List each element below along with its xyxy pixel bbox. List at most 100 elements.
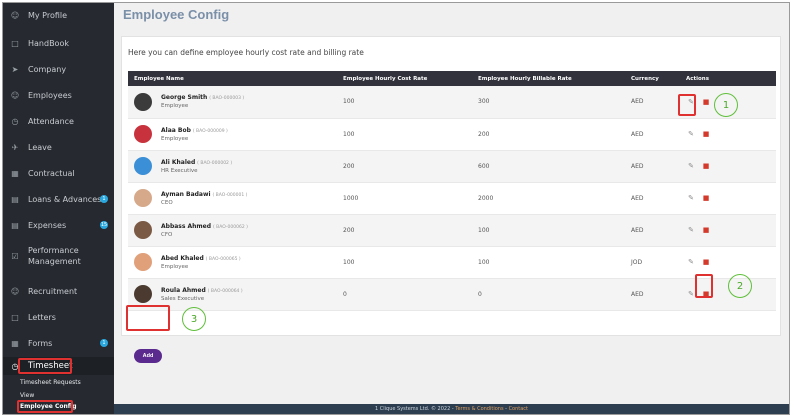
- sidebar-item-label: HandBook: [28, 38, 69, 48]
- wallet-icon: ▤: [11, 194, 19, 204]
- annotation-number-2: 2: [728, 274, 752, 298]
- trash-icon[interactable]: ■: [701, 193, 711, 203]
- sidebar-item-my-profile[interactable]: ☺ My Profile: [3, 7, 114, 23]
- edit-icon[interactable]: ✎: [686, 225, 696, 235]
- file-icon: □: [11, 312, 19, 322]
- table-row: Alaa Bob ( BAO-000009 ) Employee 100 200 AED…: [128, 118, 776, 150]
- edit-icon[interactable]: ✎: [686, 161, 696, 171]
- add-button[interactable]: Add: [134, 349, 162, 363]
- sidebar-item-label: My Profile: [28, 10, 68, 20]
- employee-code: ( BAO-000001 ): [212, 192, 248, 198]
- footer-separator: -: [505, 406, 507, 412]
- notification-badge: 1: [100, 195, 108, 203]
- user-icon: ☺: [10, 10, 20, 20]
- main-content: Employee Config Here you can define empl…: [114, 3, 789, 414]
- users-icon: ☺: [10, 90, 20, 100]
- actions-cell: ✎ ■: [680, 118, 776, 150]
- table-row: Ayman Badawi ( BAO-000001 ) CEO 1000 2000 AE…: [128, 182, 776, 214]
- sidebar-item-letters[interactable]: □ Letters: [3, 309, 114, 325]
- table-row: Roula Ahmed ( BAO-000064 ) Sales Executiv…: [128, 278, 776, 310]
- annotation-number-3: 3: [182, 307, 206, 331]
- employee-role: CEO: [161, 199, 173, 206]
- employee-name[interactable]: Alaa Bob: [161, 127, 191, 134]
- sidebar-item-attendance[interactable]: ◷ Attendance: [3, 113, 114, 129]
- cost-rate-cell: 100: [343, 98, 355, 106]
- actions-cell: ✎ ■: [680, 150, 776, 182]
- annotation-number-1: 1: [714, 93, 738, 117]
- book-icon: □: [11, 38, 19, 48]
- employee-name[interactable]: Ayman Badawi: [161, 191, 211, 198]
- billable-rate-cell: 100: [478, 258, 490, 266]
- edit-icon[interactable]: ✎: [686, 193, 696, 203]
- currency-cell: JOD: [631, 258, 643, 266]
- grid-icon: ▦: [11, 168, 19, 178]
- trash-icon[interactable]: ■: [701, 97, 711, 107]
- notification-badge: 1: [100, 339, 108, 347]
- receipt-icon: ▤: [11, 220, 19, 230]
- column-header-employee-name: Employee Name: [134, 75, 184, 82]
- currency-cell: AED: [631, 162, 644, 170]
- sidebar: ☺ My Profile □ HandBook ➤ Company ☺ Empl…: [3, 3, 114, 414]
- sidebar-item-performance-management[interactable]: ☑ Performance Management: [3, 243, 114, 269]
- avatar: [134, 125, 152, 143]
- billable-rate-cell: 200: [478, 130, 490, 138]
- cost-rate-cell: 200: [343, 226, 355, 234]
- employee-name[interactable]: Ali Khaled: [161, 159, 195, 166]
- terms-link[interactable]: Terms & Conditions: [455, 406, 503, 412]
- user-icon: ☺: [10, 286, 20, 296]
- billable-rate-cell: 0: [478, 290, 482, 298]
- actions-cell: ✎ ■: [680, 214, 776, 246]
- sidebar-item-forms[interactable]: ▦ Forms 1: [3, 335, 114, 351]
- edit-icon[interactable]: ✎: [686, 129, 696, 139]
- edit-highlight-box: [678, 94, 696, 116]
- employee-name[interactable]: Roula Ahmed: [161, 287, 206, 294]
- employee-code: ( BAO-000062 ): [212, 224, 248, 230]
- sidebar-item-label: Employees: [28, 90, 72, 100]
- cost-rate-cell: 200: [343, 162, 355, 170]
- cost-rate-cell: 100: [343, 258, 355, 266]
- avatar: [134, 221, 152, 239]
- employee-role: Employee: [161, 135, 189, 142]
- clock-icon: ◷: [11, 116, 19, 126]
- employee-name[interactable]: George Smith: [161, 94, 207, 101]
- table-row: Abbass Ahmed ( BAO-000062 ) CFO 200 100 AED ✎…: [128, 214, 776, 246]
- cost-rate-cell: 1000: [343, 194, 359, 202]
- sidebar-item-company[interactable]: ➤ Company: [3, 61, 114, 77]
- check-box-icon: ☑: [11, 251, 19, 261]
- employee-cell: Alaa Bob ( BAO-000009 ) Employee: [128, 118, 337, 150]
- sidebar-item-employees[interactable]: ☺ Employees: [3, 87, 114, 103]
- sidebar-item-leave[interactable]: ✈ Leave: [3, 139, 114, 155]
- table-row: Ali Khaled ( BAO-000002 ) HR Executive 200…: [128, 150, 776, 182]
- submenu-timesheet-requests[interactable]: Timesheet Requests: [20, 379, 81, 386]
- sidebar-item-label: Loans & Advances: [28, 194, 102, 204]
- employee-role: Employee: [161, 103, 189, 110]
- employee-name[interactable]: Abbass Ahmed: [161, 223, 211, 230]
- employee-role: Sales Executive: [161, 295, 205, 302]
- edit-icon[interactable]: ✎: [686, 257, 696, 267]
- trash-icon[interactable]: ■: [701, 161, 711, 171]
- employee-name[interactable]: Abed Khaled: [161, 255, 204, 262]
- currency-cell: AED: [631, 130, 644, 138]
- sidebar-item-recruitment[interactable]: ☺ Recruitment: [3, 283, 114, 299]
- cost-rate-cell: 0: [343, 290, 347, 298]
- employee-cell: Ayman Badawi ( BAO-000001 ) CEO: [128, 182, 337, 214]
- employee-code: ( BAO-000003 ): [209, 96, 245, 102]
- sidebar-item-handbook[interactable]: □ HandBook: [3, 35, 114, 51]
- trash-icon[interactable]: ■: [701, 257, 711, 267]
- column-header-actions: Actions: [686, 75, 709, 82]
- trash-icon[interactable]: ■: [701, 129, 711, 139]
- currency-cell: AED: [631, 290, 644, 298]
- avatar: [134, 92, 152, 111]
- actions-cell: ✎ ■: [680, 182, 776, 214]
- table-row: Abed Khaled ( BAO-000065 ) Employee 100 100…: [128, 246, 776, 278]
- sidebar-item-label: Recruitment: [28, 286, 78, 296]
- trash-icon[interactable]: ■: [701, 225, 711, 235]
- sidebar-item-loans-advances[interactable]: ▤ Loans & Advances 1: [3, 191, 114, 207]
- column-header-cost-rate: Employee Hourly Cost Rate: [343, 75, 428, 82]
- sidebar-item-expenses[interactable]: ▤ Expenses 15: [3, 217, 114, 233]
- contact-link[interactable]: Contact: [509, 406, 528, 412]
- submenu-view[interactable]: View: [20, 392, 34, 399]
- billable-rate-cell: 300: [478, 98, 490, 106]
- sidebar-item-contractual[interactable]: ▦ Contractual: [3, 165, 114, 181]
- timesheet-highlight-box: [18, 358, 72, 374]
